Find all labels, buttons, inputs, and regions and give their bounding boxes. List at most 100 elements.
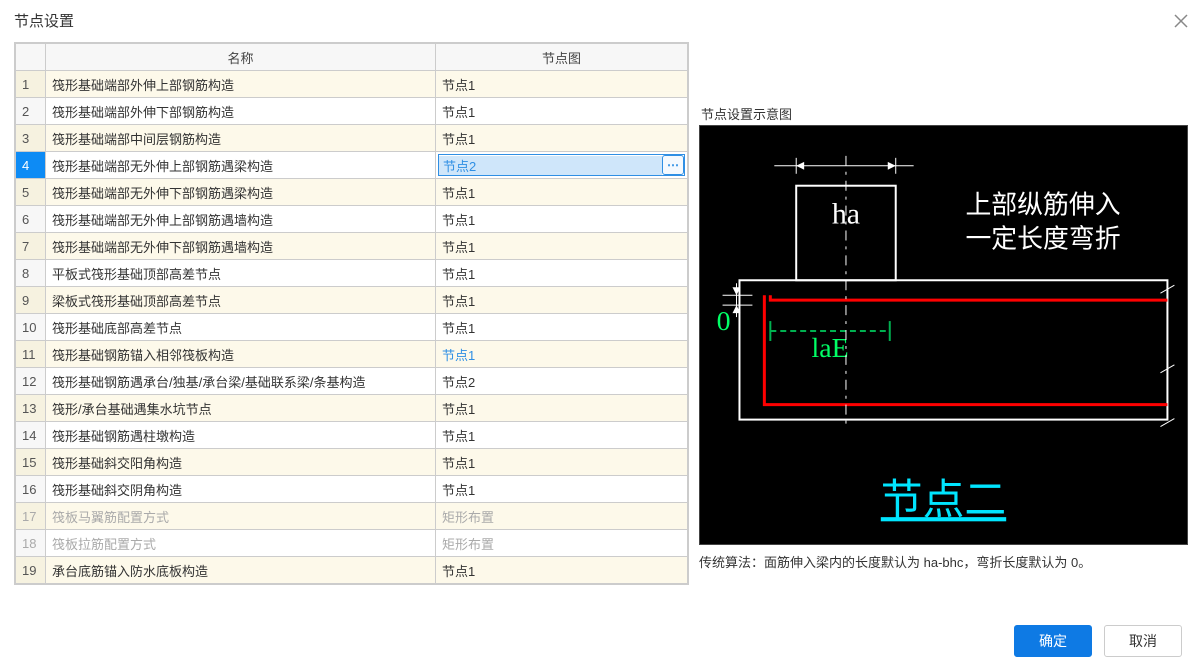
row-number[interactable]: 17	[16, 503, 46, 530]
row-number[interactable]: 10	[16, 314, 46, 341]
row-node[interactable]: 节点1	[436, 71, 688, 98]
row-node[interactable]: 节点1	[436, 206, 688, 233]
node-table-panel: 名称 节点图 1筏形基础端部外伸上部钢筋构造节点12筏形基础端部外伸下部钢筋构造…	[14, 42, 689, 585]
table-row[interactable]: 8平板式筏形基础顶部高差节点节点1	[16, 260, 688, 287]
dialog-footer: 确定 取消	[0, 613, 1204, 669]
row-name[interactable]: 筏板马翼筋配置方式	[46, 503, 436, 530]
row-name[interactable]: 筏形基础钢筋遇承台/独基/承台梁/基础联系梁/条基构造	[46, 368, 436, 395]
row-node[interactable]: 节点1	[436, 98, 688, 125]
dialog: 节点设置 名称 节点图 1筏	[0, 0, 1204, 669]
row-node[interactable]: 节点1	[436, 260, 688, 287]
diagram-note: 传统算法：面筋伸入梁内的长度默认为 ha-bhc，弯折长度默认为 0。	[699, 553, 1188, 573]
row-node[interactable]: 节点1	[436, 314, 688, 341]
table-row[interactable]: 9梁板式筏形基础顶部高差节点节点1	[16, 287, 688, 314]
col-header-node[interactable]: 节点图	[436, 44, 688, 71]
row-name[interactable]: 筏形基础端部外伸下部钢筋构造	[46, 98, 436, 125]
row-node[interactable]: 节点1	[436, 449, 688, 476]
row-number[interactable]: 19	[16, 557, 46, 584]
diagram-text-line1: 上部纵筋伸入	[965, 191, 1120, 220]
table-row[interactable]: 17筏板马翼筋配置方式矩形布置	[16, 503, 688, 530]
row-name[interactable]: 筏形基础端部无外伸上部钢筋遇墙构造	[46, 206, 436, 233]
row-node[interactable]: 节点1	[436, 422, 688, 449]
row-number[interactable]: 14	[16, 422, 46, 449]
row-node[interactable]: 矩形布置	[436, 530, 688, 557]
table-row[interactable]: 10筏形基础底部高差节点节点1	[16, 314, 688, 341]
diagram-panel: 节点设置示意图 ha	[699, 104, 1190, 573]
row-number[interactable]: 6	[16, 206, 46, 233]
table-row[interactable]: 16筏形基础斜交阴角构造节点1	[16, 476, 688, 503]
row-name[interactable]: 筏形基础钢筋锚入相邻筏板构造	[46, 341, 436, 368]
row-name[interactable]: 筏形基础端部无外伸上部钢筋遇梁构造	[46, 152, 436, 179]
row-node[interactable]: 节点2	[436, 368, 688, 395]
col-header-name[interactable]: 名称	[46, 44, 436, 71]
row-node[interactable]: 节点1	[436, 287, 688, 314]
row-node[interactable]: 节点1	[436, 395, 688, 422]
row-node[interactable]: 节点2⋯	[436, 152, 688, 179]
row-name[interactable]: 筏形基础端部无外伸下部钢筋遇梁构造	[46, 179, 436, 206]
diagram-label-laE: laE	[811, 333, 848, 364]
row-name[interactable]: 筏形/承台基础遇集水坑节点	[46, 395, 436, 422]
table-row[interactable]: 5筏形基础端部无外伸下部钢筋遇梁构造节点1	[16, 179, 688, 206]
table-row[interactable]: 11筏形基础钢筋锚入相邻筏板构造节点1	[16, 341, 688, 368]
ok-button[interactable]: 确定	[1014, 625, 1092, 657]
table-row[interactable]: 3筏形基础端部中间层钢筋构造节点1	[16, 125, 688, 152]
row-number[interactable]: 2	[16, 98, 46, 125]
row-number[interactable]: 13	[16, 395, 46, 422]
close-icon[interactable]	[1172, 12, 1190, 30]
row-name[interactable]: 筏板拉筋配置方式	[46, 530, 436, 557]
row-number[interactable]: 9	[16, 287, 46, 314]
row-name[interactable]: 筏形基础斜交阳角构造	[46, 449, 436, 476]
row-node[interactable]: 节点1	[436, 179, 688, 206]
row-node[interactable]: 节点1	[436, 233, 688, 260]
cell-editor-value[interactable]: 节点2	[439, 156, 662, 175]
row-name[interactable]: 筏形基础端部外伸上部钢筋构造	[46, 71, 436, 98]
diagram-caption: 节点二	[881, 478, 1006, 524]
table-row[interactable]: 12筏形基础钢筋遇承台/独基/承台梁/基础联系梁/条基构造节点2	[16, 368, 688, 395]
row-number[interactable]: 3	[16, 125, 46, 152]
node-table[interactable]: 名称 节点图 1筏形基础端部外伸上部钢筋构造节点12筏形基础端部外伸下部钢筋构造…	[15, 43, 688, 584]
table-row[interactable]: 14筏形基础钢筋遇柱墩构造节点1	[16, 422, 688, 449]
row-name[interactable]: 筏形基础斜交阴角构造	[46, 476, 436, 503]
row-number[interactable]: 15	[16, 449, 46, 476]
titlebar: 节点设置	[0, 0, 1204, 42]
diagram-canvas: ha laE 0	[699, 125, 1188, 545]
row-name[interactable]: 梁板式筏形基础顶部高差节点	[46, 287, 436, 314]
row-name[interactable]: 筏形基础端部中间层钢筋构造	[46, 125, 436, 152]
row-name[interactable]: 承台底筋锚入防水底板构造	[46, 557, 436, 584]
row-node[interactable]: 矩形布置	[436, 503, 688, 530]
table-row[interactable]: 4筏形基础端部无外伸上部钢筋遇梁构造节点2⋯	[16, 152, 688, 179]
row-node[interactable]: 节点1	[436, 341, 688, 368]
row-number[interactable]: 1	[16, 71, 46, 98]
table-row[interactable]: 13筏形/承台基础遇集水坑节点节点1	[16, 395, 688, 422]
cell-editor[interactable]: 节点2⋯	[438, 154, 685, 176]
row-node[interactable]: 节点1	[436, 476, 688, 503]
row-name[interactable]: 筏形基础底部高差节点	[46, 314, 436, 341]
table-row[interactable]: 19承台底筋锚入防水底板构造节点1	[16, 557, 688, 584]
table-row[interactable]: 2筏形基础端部外伸下部钢筋构造节点1	[16, 98, 688, 125]
row-node[interactable]: 节点1	[436, 125, 688, 152]
diagram-title: 节点设置示意图	[699, 104, 1188, 123]
table-row[interactable]: 15筏形基础斜交阳角构造节点1	[16, 449, 688, 476]
table-row[interactable]: 6筏形基础端部无外伸上部钢筋遇墙构造节点1	[16, 206, 688, 233]
row-node[interactable]: 节点1	[436, 557, 688, 584]
row-number[interactable]: 18	[16, 530, 46, 557]
table-row[interactable]: 18筏板拉筋配置方式矩形布置	[16, 530, 688, 557]
row-number[interactable]: 16	[16, 476, 46, 503]
row-number[interactable]: 12	[16, 368, 46, 395]
row-number[interactable]: 5	[16, 179, 46, 206]
diagram-label-zero: 0	[717, 306, 731, 337]
more-icon[interactable]: ⋯	[662, 155, 684, 175]
row-name[interactable]: 平板式筏形基础顶部高差节点	[46, 260, 436, 287]
cancel-button[interactable]: 取消	[1104, 625, 1182, 657]
row-number[interactable]: 11	[16, 341, 46, 368]
row-number[interactable]: 8	[16, 260, 46, 287]
col-header-rownum[interactable]	[16, 44, 46, 71]
table-row[interactable]: 1筏形基础端部外伸上部钢筋构造节点1	[16, 71, 688, 98]
row-number[interactable]: 7	[16, 233, 46, 260]
row-name[interactable]: 筏形基础钢筋遇柱墩构造	[46, 422, 436, 449]
row-name[interactable]: 筏形基础端部无外伸下部钢筋遇墙构造	[46, 233, 436, 260]
diagram-text-line2: 一定长度弯折	[965, 224, 1120, 253]
table-row[interactable]: 7筏形基础端部无外伸下部钢筋遇墙构造节点1	[16, 233, 688, 260]
row-number[interactable]: 4	[16, 152, 46, 179]
dialog-title: 节点设置	[14, 10, 74, 31]
